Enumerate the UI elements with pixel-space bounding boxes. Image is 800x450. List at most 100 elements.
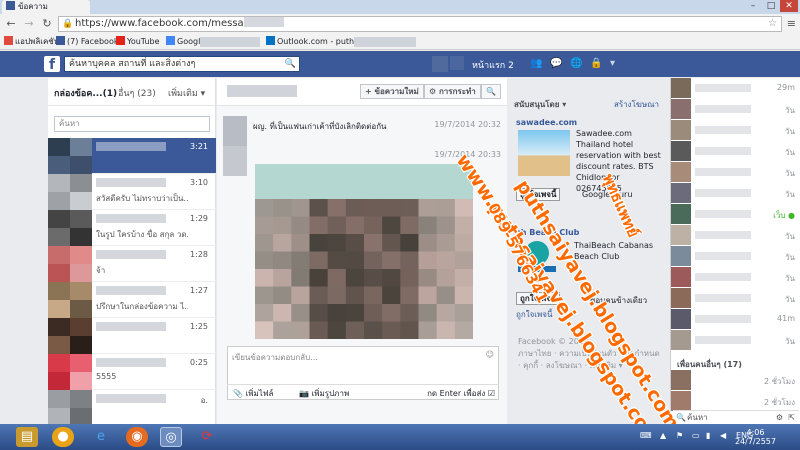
contact-status: วัน xyxy=(785,148,795,157)
conversation-item[interactable]: อ. xyxy=(48,390,216,426)
bookmark-outlook[interactable]: Outlook.com - puth... xyxy=(266,34,362,50)
emoticon-icon[interactable]: ☺ xyxy=(486,350,494,359)
tab-inbox[interactable]: กล่องข้อค...(1) xyxy=(54,86,117,100)
chat-popout-icon[interactable]: ⇱ xyxy=(788,411,795,425)
tray-arrow-icon[interactable]: ▲ xyxy=(660,431,666,440)
file-explorer-icon[interactable]: ▤ xyxy=(16,427,38,447)
conversation-name xyxy=(96,250,166,259)
conversation-item[interactable]: 5555 0:25 xyxy=(48,354,216,390)
add-photo-button[interactable]: 📷 เพิ่มรูปภาพ xyxy=(299,385,349,403)
add-file-button[interactable]: 📎 เพิ่มไฟล์ xyxy=(233,385,273,403)
bookmark-facebook[interactable]: (7) Facebook xyxy=(56,34,118,50)
bookmark-youtube[interactable]: YouTube xyxy=(116,34,160,50)
chat-contact[interactable]: วัน xyxy=(671,225,800,246)
reload-icon[interactable]: ↻ xyxy=(40,17,54,31)
conversation-item[interactable]: สวัสดีครับ ไม่ทราบว่าเป็น... 3:10 xyxy=(48,174,216,210)
inbox-search-input[interactable]: ค้นหา xyxy=(54,116,210,132)
conversation-item[interactable]: ปรึกษาในกล่องข้อความ ไ... 1:27 xyxy=(48,282,216,318)
clock-time: 4:06 xyxy=(746,428,765,437)
battery-icon[interactable]: ▭ xyxy=(692,431,700,440)
back-icon[interactable]: ← xyxy=(4,17,18,31)
close-window-icon[interactable]: ✕ xyxy=(780,0,798,12)
chat-contact[interactable]: 2 ชั่วโมง xyxy=(671,391,800,412)
like-page-link[interactable]: ถูกใจเพจนี้ xyxy=(516,308,552,321)
enter-to-send-checkbox[interactable]: กด Enter เพื่อส่ง ☑ xyxy=(427,385,495,403)
app-icon[interactable]: ⟳ xyxy=(196,427,218,447)
chat-contact[interactable]: เว็บ ● xyxy=(671,204,800,225)
thread-search-button[interactable]: 🔍 xyxy=(481,84,501,99)
privacy-icon[interactable]: 🔒 xyxy=(590,58,602,69)
settings-dropdown-icon[interactable]: ▾ xyxy=(610,58,615,69)
tab-more[interactable]: เพิ่มเติม ▾ xyxy=(168,86,205,100)
new-message-button[interactable]: + ข้อความใหม่ xyxy=(360,84,424,99)
shared-photo[interactable] xyxy=(255,164,473,339)
avatar xyxy=(48,174,92,210)
chat-contact[interactable]: วัน xyxy=(671,99,800,120)
chat-search-input[interactable]: 🔍 ค้นหา ⚙ ⇱ xyxy=(673,410,799,424)
internet-explorer-icon[interactable]: e xyxy=(90,427,112,447)
friend-requests-icon[interactable]: 👥 xyxy=(530,58,542,69)
conversation-item[interactable]: จ้า 1:28 xyxy=(48,246,216,282)
clock[interactable]: 4:06 24/7/2557 xyxy=(735,428,776,446)
thread-participant-name[interactable] xyxy=(227,85,297,97)
sponsored-header[interactable]: สนับสนุนโดย ▾ xyxy=(514,98,566,111)
sender-avatar[interactable] xyxy=(223,116,247,146)
conversation-name xyxy=(96,286,166,295)
sender-avatar[interactable] xyxy=(223,146,247,176)
avatar xyxy=(671,330,691,350)
contact-name xyxy=(695,147,751,155)
game-icon[interactable]: ● xyxy=(52,427,74,447)
avatar xyxy=(671,309,691,329)
minimize-icon[interactable]: – xyxy=(744,0,762,12)
chat-options-icon[interactable]: ⚙ xyxy=(776,411,783,425)
chrome-icon[interactable]: ◎ xyxy=(160,427,182,447)
avatar xyxy=(671,225,691,245)
chat-contact[interactable]: 41m xyxy=(671,309,800,330)
chat-contact[interactable]: วัน xyxy=(671,120,800,141)
forward-icon[interactable]: → xyxy=(22,17,36,31)
chat-contact[interactable]: 29m xyxy=(671,78,800,99)
avatar xyxy=(671,120,691,140)
contact-name xyxy=(695,105,751,113)
avatar xyxy=(671,370,691,390)
actions-button[interactable]: ⚙ การกระทำ xyxy=(424,84,481,99)
facebook-logo-icon[interactable]: f xyxy=(44,56,60,73)
avatar[interactable] xyxy=(432,56,448,72)
ad-text: ThaiBeach Cabanas Beach Club xyxy=(574,241,654,261)
bookmark-star-icon[interactable]: ☆ xyxy=(768,17,777,31)
bookmark-apps[interactable]: แอปพลิเคชัน xyxy=(4,34,59,50)
firefox-icon[interactable]: ◉ xyxy=(126,427,148,447)
conversation-time: 3:21 xyxy=(190,142,208,151)
network-icon[interactable]: ▮ xyxy=(706,431,710,440)
search-icon[interactable]: 🔍 xyxy=(285,57,296,71)
conversation-item[interactable]: ในรูป ใครบ้าง ขื่อ สกุล วด... 1:29 xyxy=(48,210,216,246)
chat-contact[interactable]: วัน xyxy=(671,141,800,162)
home-link[interactable]: หน้าแรก 2 xyxy=(472,58,514,72)
avatar xyxy=(48,210,92,246)
create-ad-link[interactable]: สร้างโฆษณา xyxy=(614,98,659,111)
maximize-icon[interactable]: □ xyxy=(762,0,780,12)
chat-contact[interactable]: วัน xyxy=(671,246,800,267)
chat-contact[interactable]: วัน xyxy=(671,267,800,288)
chat-contact[interactable]: วัน xyxy=(671,183,800,204)
menu-icon[interactable]: ≡ xyxy=(787,17,796,30)
chat-contact[interactable]: วัน xyxy=(671,288,800,309)
address-bar[interactable]: 🔒 https://www.facebook.com/messa ☆ xyxy=(58,16,782,32)
avatar xyxy=(48,354,92,390)
facebook-search-input[interactable]: ค้นหาบุคคล สถานที่ และสิ่งต่างๆ 🔍 xyxy=(64,56,300,72)
keyboard-icon[interactable]: ⌨ xyxy=(640,431,652,440)
messages-icon[interactable]: 💬 xyxy=(550,58,562,69)
chat-contact[interactable]: 2 ชั่วโมง xyxy=(671,370,800,391)
notifications-icon[interactable]: 🌐 xyxy=(570,58,582,69)
conversation-item[interactable]: 3:21 xyxy=(48,138,216,174)
flag-icon[interactable]: ⚑ xyxy=(676,431,683,440)
conversation-time: 3:10 xyxy=(190,178,208,187)
tab-other[interactable]: อื่นๆ (23) xyxy=(118,86,156,100)
ad-title[interactable]: sawadee.com xyxy=(516,118,577,127)
chat-contact[interactable]: วัน xyxy=(671,162,800,183)
conversation-item[interactable]: 1:25 xyxy=(48,318,216,354)
volume-icon[interactable]: ◀ xyxy=(720,431,726,440)
chat-contact[interactable]: วัน xyxy=(671,330,800,351)
browser-tab[interactable]: ข้อความ xyxy=(2,0,90,14)
ad-image[interactable] xyxy=(518,130,570,176)
